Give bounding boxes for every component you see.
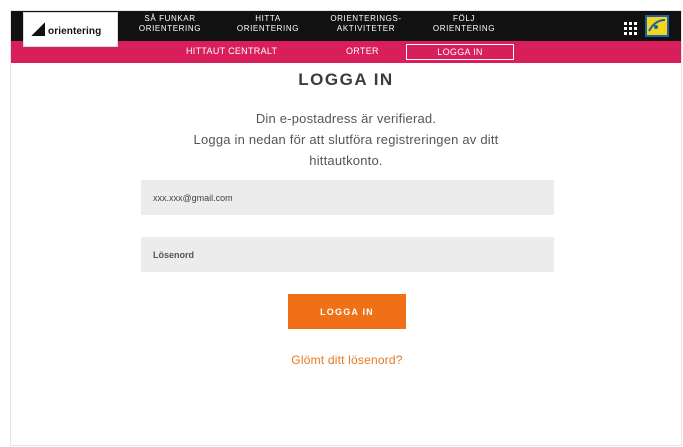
nav-item-sa-funkar[interactable]: SÅ FUNKAR ORIENTERING <box>125 14 215 34</box>
subnav-item-orter[interactable]: ORTER <box>346 46 379 56</box>
password-field[interactable]: Lösenord <box>141 237 554 272</box>
login-button[interactable]: LOGGA IN <box>288 294 406 329</box>
nav-item-line: ORIENTERINGS- <box>330 14 402 23</box>
nav-item-hitta[interactable]: HITTA ORIENTERING <box>223 14 313 34</box>
message-line: Logga in nedan för att slutföra registre… <box>193 132 499 147</box>
subnav-item-hittaut-centralt[interactable]: HITTAUT CENTRALT <box>186 46 277 56</box>
forgot-password-link[interactable]: Glömt ditt lösenord? <box>11 353 683 367</box>
page-title: LOGGA IN <box>298 70 394 89</box>
message-line: hittautkonto. <box>309 153 383 168</box>
email-field[interactable]: xxx.xxx@gmail.com <box>141 180 554 215</box>
nav-item-line: FÖLJ <box>453 14 475 23</box>
nav-item-aktiviteter[interactable]: ORIENTERINGS- AKTIVITETER <box>321 14 411 34</box>
subnav-item-logga-in[interactable]: LOGGA IN <box>406 44 514 60</box>
message-line: Din e-postadress är verifierad. <box>255 111 437 126</box>
logo-wordmark: orientering <box>48 26 102 37</box>
nav-item-line: AKTIVITETER <box>336 24 396 33</box>
compass-icon[interactable] <box>645 15 669 37</box>
nav-item-line: ORIENTERING <box>432 24 496 33</box>
page-frame: SÅ FUNKAR ORIENTERING HITTA ORIENTERING … <box>10 10 682 446</box>
nav-item-folj[interactable]: FÖLJ ORIENTERING <box>419 14 509 34</box>
nav-item-line: ORIENTERING <box>138 24 202 33</box>
nav-item-line: HITTA <box>255 14 281 23</box>
logo-triangle-icon <box>31 22 45 36</box>
nav-item-line: ORIENTERING <box>236 24 300 33</box>
grid-icon[interactable] <box>624 22 637 35</box>
verification-message: Din e-postadress är verifierad. Logga in… <box>161 108 531 171</box>
nav-item-line: SÅ FUNKAR <box>144 14 196 23</box>
orientering-logo[interactable]: orientering <box>24 13 117 46</box>
